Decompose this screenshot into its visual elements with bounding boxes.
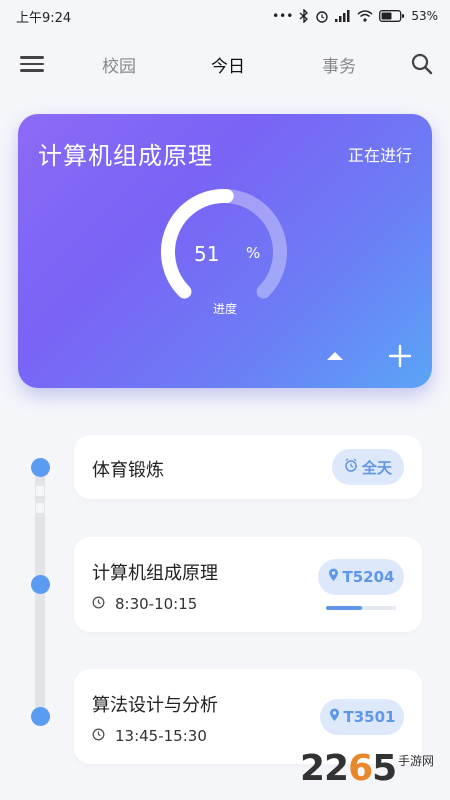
badge-label: 全天	[361, 458, 392, 477]
event-progress-fill	[326, 606, 362, 610]
badge-label: T3501	[343, 708, 396, 726]
event-time-text: 8:30-10:15	[115, 595, 198, 613]
timeline-gap	[36, 503, 44, 513]
location-pin-icon	[329, 708, 340, 726]
course-title: 计算机组成原理	[38, 142, 213, 170]
collapse-up-icon[interactable]	[324, 348, 346, 364]
watermark-sub: 手游网	[398, 754, 435, 768]
event-time: 13:45-15:30	[92, 727, 207, 745]
clock-icon	[92, 727, 105, 745]
status-time: 上午9:24	[16, 10, 72, 26]
event-time-text: 13:45-15:30	[115, 727, 207, 745]
current-course-card[interactable]: 计算机组成原理 正在进行 51 % 进度	[18, 114, 432, 388]
battery-icon	[379, 10, 405, 22]
event-badge[interactable]: T5204	[318, 559, 404, 595]
search-icon[interactable]	[410, 52, 434, 76]
event-card[interactable]: 计算机组成原理 8:30-10:15 T5204	[74, 537, 422, 632]
watermark-logo: 2265	[300, 748, 397, 789]
tab-today[interactable]: 今日	[198, 52, 258, 77]
event-time: 8:30-10:15	[92, 595, 197, 613]
top-nav: 校园 今日 事务	[0, 40, 450, 88]
event-title: 算法设计与分析	[92, 695, 218, 716]
timeline-dot	[31, 458, 50, 477]
progress-value: 51	[194, 242, 220, 266]
battery-percent: 53%	[411, 9, 438, 23]
alarm-icon	[315, 9, 329, 23]
event-badge[interactable]: 全天	[332, 449, 404, 485]
tab-affairs[interactable]: 事务	[309, 52, 369, 77]
event-title: 体育锻炼	[92, 460, 164, 481]
timeline-dot	[31, 575, 50, 594]
timeline-gap	[36, 486, 44, 496]
event-card[interactable]: 体育锻炼 全天	[74, 435, 422, 499]
wifi-icon	[357, 10, 373, 22]
progress-label: 进度	[212, 302, 237, 316]
timeline-dot	[31, 707, 50, 726]
clock-icon	[92, 595, 105, 613]
add-icon[interactable]	[388, 344, 412, 368]
notification-dots: •••	[272, 9, 294, 23]
status-icons: ••• 53%	[272, 9, 438, 23]
course-status: 正在进行	[347, 146, 412, 165]
event-badge[interactable]: T3501	[320, 699, 404, 735]
hamburger-menu-icon[interactable]	[20, 52, 44, 76]
progress-unit: %	[246, 244, 261, 262]
event-title: 计算机组成原理	[92, 563, 218, 584]
status-bar: 上午9:24 ••• 53%	[0, 0, 450, 32]
tab-campus[interactable]: 校园	[89, 52, 149, 77]
badge-label: T5204	[342, 568, 395, 586]
location-pin-icon	[328, 568, 339, 586]
bluetooth-icon	[299, 9, 309, 23]
alarm-clock-icon	[344, 458, 358, 476]
event-progress-bar	[326, 606, 396, 610]
signal-icon	[335, 10, 351, 22]
